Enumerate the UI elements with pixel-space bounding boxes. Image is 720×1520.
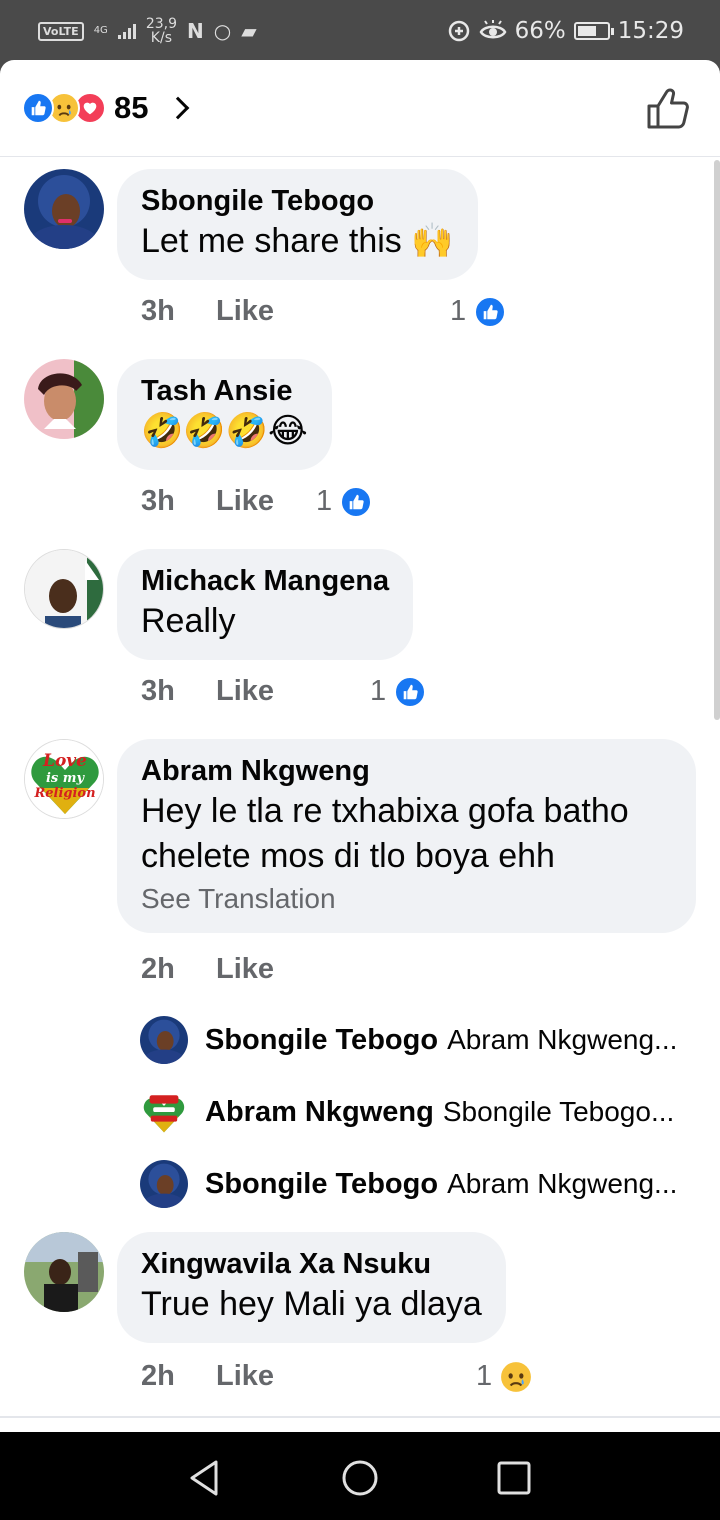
network-type: 4G <box>93 25 108 36</box>
reply-text: Sbongile Tebogo... <box>442 1096 675 1127</box>
avatar[interactable] <box>24 359 104 439</box>
volte-indicator: VoLTE <box>38 21 84 41</box>
comment-time[interactable]: 2h <box>141 953 216 986</box>
comment-reactions[interactable]: 1 <box>316 485 373 518</box>
comment-time[interactable]: 2h <box>141 1360 216 1393</box>
avatar[interactable] <box>24 1232 104 1312</box>
avatar[interactable] <box>24 169 104 249</box>
comment-text-line: Hey le tla re txhabixa gofa batho <box>141 792 629 830</box>
chevron-right-icon[interactable] <box>167 96 190 120</box>
nfc-icon: N <box>186 19 204 43</box>
badge-line1: Love <box>42 751 87 771</box>
avatar[interactable] <box>140 1160 188 1208</box>
comment-reaction-count: 1 <box>476 1360 493 1392</box>
circle-notification-icon: ○ <box>213 19 232 43</box>
like-button[interactable]: Like <box>216 1360 274 1393</box>
comment-time[interactable]: 3h <box>141 485 216 518</box>
speed-unit: K/s <box>150 30 172 46</box>
navigation-bar <box>0 1432 720 1520</box>
home-icon[interactable] <box>340 1458 380 1498</box>
comment-reactions[interactable]: 1 <box>450 295 507 328</box>
reply-preview[interactable]: Sbongile Tebogo Abram Nkgweng... <box>140 1015 710 1065</box>
commenter-name[interactable]: Abram Nkgweng <box>141 753 672 789</box>
comments-sheet: 85 Sbongile Tebogo Let me share this 🙌 3… <box>0 60 720 1432</box>
status-right: 66% 15:29 <box>447 14 684 48</box>
comment-reaction-count: 1 <box>370 675 387 707</box>
status-bar: VoLTE 4G 23,9 K/s N ○ ▰ 66% 15:29 <box>0 0 720 62</box>
eye-comfort-icon <box>479 20 507 39</box>
avatar[interactable] <box>24 549 104 629</box>
message-icon: ▰ <box>241 19 257 43</box>
reply-author[interactable]: Sbongile Tebogo <box>205 1024 438 1057</box>
network-speed: 23,9 K/s <box>146 17 177 45</box>
divider <box>0 1416 720 1418</box>
like-icon <box>340 485 373 518</box>
badge-line3: Religion <box>33 786 95 801</box>
comment-bubble[interactable]: Xingwavila Xa Nsuku True hey Mali ya dla… <box>117 1232 506 1343</box>
like-button[interactable]: Like <box>216 295 274 328</box>
sheet-header: 85 <box>0 60 720 157</box>
comment-time[interactable]: 3h <box>141 295 216 328</box>
comment-bubble[interactable]: Abram Nkgweng Hey le tla re txhabixa gof… <box>117 739 696 933</box>
like-icon <box>474 295 507 328</box>
comment-reaction-count: 1 <box>316 485 333 517</box>
comment-meta: 2h Like <box>141 1360 274 1393</box>
reply-text: Abram Nkgweng... <box>447 1024 678 1055</box>
see-translation-link[interactable]: See Translation <box>141 879 672 919</box>
like-button[interactable]: Like <box>216 953 274 986</box>
comment-bubble[interactable]: Tash Ansie 🤣🤣🤣😂 <box>117 359 332 470</box>
clock: 15:29 <box>617 18 684 44</box>
avatar[interactable] <box>140 1088 188 1136</box>
comment-reaction-count: 1 <box>450 295 467 327</box>
comment-text: True hey Mali ya dlaya <box>141 1285 482 1323</box>
like-icon <box>22 92 54 124</box>
reply-text: Abram Nkgweng... <box>447 1168 678 1199</box>
battery-percent: 66% <box>514 18 566 44</box>
reply-preview[interactable]: Sbongile Tebogo Abram Nkgweng... <box>140 1159 710 1209</box>
avatar[interactable] <box>140 1016 188 1064</box>
comment-text: Let me share this 🙌 <box>141 222 454 260</box>
comment-text: Really <box>141 602 236 640</box>
badge-line2: is my <box>46 771 86 786</box>
reaction-count: 85 <box>114 90 149 125</box>
reply-author[interactable]: Sbongile Tebogo <box>205 1168 438 1201</box>
reply-preview[interactable]: Abram Nkgweng Sbongile Tebogo... <box>140 1087 710 1137</box>
comment-meta: 2h Like <box>141 953 274 986</box>
comment-reactions[interactable]: 1 <box>476 1360 532 1393</box>
comment-text: 🤣🤣🤣😂 <box>141 412 308 450</box>
back-icon[interactable] <box>186 1458 226 1498</box>
commenter-name[interactable]: Tash Ansie <box>141 373 308 409</box>
reactions-summary[interactable]: 85 <box>22 90 190 126</box>
comment-time[interactable]: 3h <box>141 675 216 708</box>
thumbs-up-icon[interactable] <box>646 86 692 130</box>
commenter-name[interactable]: Xingwavila Xa Nsuku <box>141 1246 482 1282</box>
comment-meta: 3h Like <box>141 675 274 708</box>
comment-meta: 3h Like <box>141 485 274 518</box>
commenter-name[interactable]: Sbongile Tebogo <box>141 183 454 219</box>
comment-bubble[interactable]: Michack Mangena Really <box>117 549 414 660</box>
avatar[interactable]: Love is my Religion <box>24 739 104 819</box>
battery-level <box>577 26 596 36</box>
comment-meta: 3h Like <box>141 295 274 328</box>
sad-icon <box>500 1361 532 1393</box>
commenter-name[interactable]: Michack Mangena <box>141 563 389 599</box>
battery-icon <box>573 22 614 40</box>
recents-icon[interactable] <box>494 1458 534 1498</box>
signal-icon <box>117 23 136 39</box>
comment-bubble[interactable]: Sbongile Tebogo Let me share this 🙌 <box>117 169 478 280</box>
like-icon <box>394 675 427 708</box>
comment-reactions[interactable]: 1 <box>370 675 427 708</box>
comment-text-line: chelete mos di tlo boya ehh <box>141 837 555 875</box>
scrollbar[interactable] <box>714 160 720 720</box>
data-saver-icon <box>448 20 469 42</box>
like-button[interactable]: Like <box>216 485 274 518</box>
like-button[interactable]: Like <box>216 675 274 708</box>
status-left: VoLTE 4G 23,9 K/s N ○ ▰ <box>38 14 257 48</box>
reply-author[interactable]: Abram Nkgweng <box>205 1096 434 1129</box>
